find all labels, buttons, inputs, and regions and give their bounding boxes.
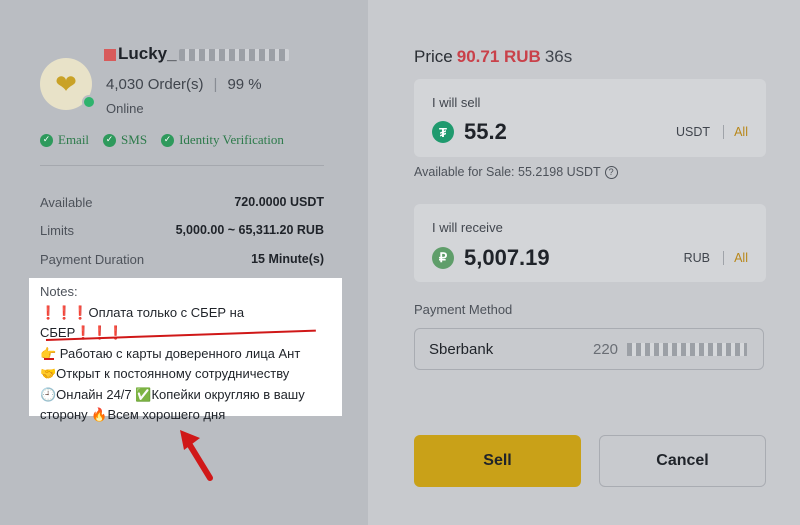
sms-label: SMS	[121, 132, 148, 147]
available-for-sale: Available for Sale: 55.2198 USDT?	[414, 165, 618, 180]
detail-label: Available	[40, 195, 93, 210]
detail-label: Limits	[40, 223, 74, 238]
divider	[40, 165, 324, 166]
redacted-account	[627, 343, 747, 356]
check-icon: ✓	[103, 133, 117, 147]
merchant-name[interactable]: Lucky_	[104, 44, 289, 64]
detail-value: 720.0000 USDT	[234, 195, 324, 209]
redaction-mark	[104, 48, 116, 61]
sms-verification: ✓ SMS	[103, 132, 147, 148]
detail-row-available: Available 720.0000 USDT	[40, 195, 324, 210]
cancel-button[interactable]: Cancel	[599, 435, 766, 487]
check-icon: ✓	[161, 133, 175, 147]
merchant-stats: 4,030 Order(s) | 99 %	[106, 76, 262, 93]
divider	[723, 125, 724, 139]
notes-line: 👉 Работаю с карты доверенного лица Ант	[40, 345, 301, 361]
receive-amount-input[interactable]: 5,007.19	[464, 245, 550, 271]
annotation-arrow-icon	[180, 430, 213, 481]
detail-row-limits: Limits 5,000.00 ~ 65,311.20 RUB	[40, 223, 324, 238]
payment-method-select[interactable]: Sberbank 220	[414, 328, 764, 370]
sell-label: I will sell	[432, 95, 481, 110]
notes-label: Notes:	[40, 284, 78, 299]
identity-verification: ✓ Identity Verification	[161, 132, 284, 148]
detail-value: 15 Minute(s)	[251, 252, 324, 266]
payment-method-label: Payment Method	[414, 302, 513, 317]
detail-value: 5,000.00 ~ 65,311.20 RUB	[175, 223, 324, 237]
sell-amount-box[interactable]: I will sell ₮ 55.2 USDT All	[414, 79, 766, 157]
merchant-name-text: Lucky_	[118, 44, 177, 63]
redacted-name	[178, 48, 289, 61]
notes-box: Notes: ❗❗❗Оплата только с СБЕР на СБЕР❗❗…	[29, 278, 342, 422]
receive-currency: RUB	[683, 251, 710, 265]
detail-row-payment-duration: Payment Duration 15 Minute(s)	[40, 252, 324, 267]
receive-all-button[interactable]: All	[734, 251, 748, 265]
info-icon[interactable]: ?	[604, 166, 618, 180]
verification-badges: ✓ Email ✓ SMS ✓ Identity Verification	[40, 132, 284, 148]
email-verification: ✓ Email	[40, 132, 89, 148]
completion-rate: 99 %	[227, 76, 262, 93]
tether-icon: ₮	[432, 121, 454, 143]
check-icon: ✓	[40, 133, 53, 147]
payment-account-number: 220	[593, 341, 619, 358]
order-count: 4,030 Order(s)	[106, 76, 204, 93]
notes-line: 🕘Онлайн 24/7 ✅Копейки округляю в вашу	[40, 386, 305, 402]
online-status-dot	[82, 95, 96, 109]
available-text: Available for Sale: 55.2198 USDT	[414, 165, 601, 179]
detail-label: Payment Duration	[40, 252, 145, 267]
ruble-icon: ₽	[432, 247, 454, 269]
sell-currency: USDT	[675, 125, 710, 139]
identity-label: Identity Verification	[179, 132, 284, 147]
payment-method-name: Sberbank	[429, 341, 494, 358]
sell-button[interactable]: Sell	[414, 435, 581, 487]
status-text: Online	[106, 101, 144, 116]
price-line: Price 90.71 RUB 36s	[414, 47, 572, 67]
divider	[723, 251, 724, 265]
receive-label: I will receive	[432, 220, 503, 235]
price-value: 90.71 RUB	[456, 47, 541, 66]
email-label: Email	[58, 132, 90, 147]
sell-amount-input[interactable]: 55.2	[464, 119, 507, 145]
sell-all-button[interactable]: All	[734, 125, 748, 139]
notes-line: сторону 🔥Всем хорошего дня	[40, 407, 226, 422]
countdown: 36s	[544, 47, 573, 66]
annotation-underline	[44, 358, 54, 360]
notes-line: 🤝Открыт к постоянному сотрудничеству	[40, 366, 290, 381]
heart-icon: ❤	[55, 68, 77, 99]
receive-amount-box[interactable]: I will receive ₽ 5,007.19 RUB All	[414, 204, 766, 282]
price-label: Price	[414, 47, 453, 66]
